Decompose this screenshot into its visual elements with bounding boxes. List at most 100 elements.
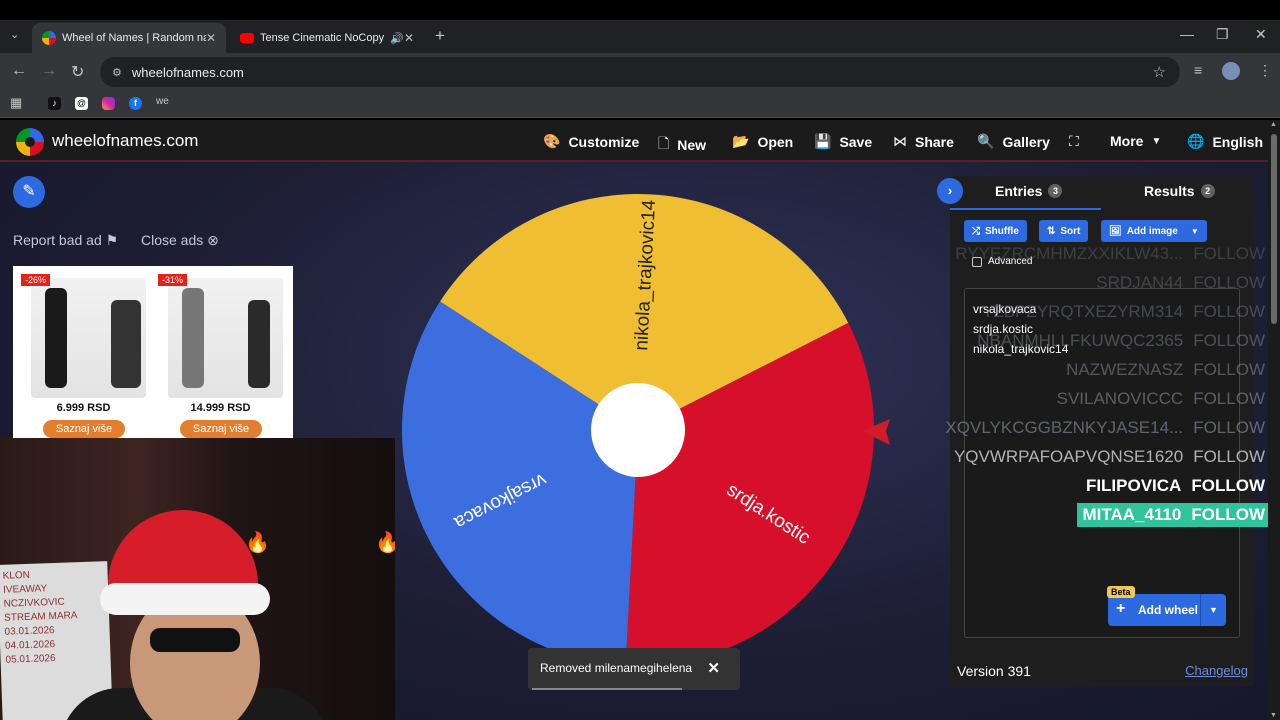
flag-icon: ⚑ [105, 232, 119, 248]
fullscreen-button[interactable]: ⛶ [1069, 133, 1079, 150]
new-tab-icon[interactable]: + [435, 26, 445, 46]
wheel-center[interactable] [591, 383, 685, 477]
edit-pencil-button[interactable]: ✎ [13, 176, 45, 208]
fullscreen-icon: ⛶ [1069, 133, 1079, 149]
product-price: 6.999 RSD [56, 402, 111, 414]
tab-close-icon[interactable]: ✕ [206, 31, 216, 45]
chevron-right-icon: › [947, 183, 953, 198]
advanced-toggle[interactable]: Advanced [972, 256, 1032, 267]
entry-line: nikola_trajkovic14 [973, 342, 1069, 356]
save-button[interactable]: 💾 Save [814, 133, 872, 150]
reload-icon[interactable]: ↻ [71, 62, 84, 82]
product-price: 14.999 RSD [190, 402, 251, 414]
chevron-down-icon: ▼ [1151, 135, 1162, 147]
tab-wheel-of-names[interactable]: Wheel of Names | Random nam ✕ [32, 23, 226, 53]
learn-more-button[interactable]: Saznaj više [43, 420, 125, 438]
browser-toolbar: ← → ↻ ⚙ wheelofnames.com ☆ ≡ ⋮ [0, 53, 1280, 90]
spinning-wheel[interactable]: nikola_trajkovic14srdja.kosticvrsajkovac… [400, 192, 876, 668]
ad-banner[interactable]: -26% 6.999 RSD Saznaj više -31% 14.999 R… [13, 266, 293, 438]
page-scrollbar[interactable]: ▲ ▼ [1268, 120, 1280, 720]
instagram-bookmark-icon[interactable] [102, 97, 115, 110]
url-text: wheelofnames.com [131, 64, 244, 80]
bookmark-star-icon[interactable]: ☆ [1153, 63, 1166, 81]
scroll-down-icon[interactable]: ▼ [1270, 712, 1277, 719]
site-info-icon[interactable]: ⚙ [112, 66, 122, 79]
pencil-icon: ✎ [22, 183, 36, 200]
share-button[interactable]: ⋈ Share [893, 133, 954, 150]
close-circle-icon: ⊗ [207, 232, 219, 248]
webcam-overlay: KLON IVEAWAY NCZIVKOVIC STREAM MARA 03.0… [0, 438, 395, 720]
santa-hat-trim [100, 583, 270, 615]
entries-textarea[interactable]: vrsajkovaca srdja.kostic nikola_trajkovi… [964, 288, 1240, 638]
beta-badge: Beta [1107, 586, 1135, 598]
search-icon: 🔍 [977, 133, 995, 149]
learn-more-button[interactable]: Saznaj više [180, 420, 262, 438]
scrollbar-thumb[interactable] [1271, 134, 1277, 324]
ad-product-2[interactable]: -31% 14.999 RSD Saznaj više [158, 274, 283, 438]
facebook-bookmark-icon[interactable]: f [129, 97, 142, 110]
entries-count-badge: 3 [1048, 184, 1063, 198]
wheel-favicon-icon [42, 31, 56, 45]
tab-title: Tense Cinematic NoCopyrig [260, 32, 385, 44]
tab-close-icon[interactable]: ✕ [404, 31, 414, 45]
tab-title: Wheel of Names | Random nam [62, 32, 206, 44]
apps-grid-icon[interactable]: ▦ [10, 95, 22, 111]
add-wheel-dropdown-icon[interactable]: ▼ [1200, 594, 1226, 626]
sunglasses [150, 628, 240, 652]
wheel-logo-icon[interactable] [16, 128, 44, 156]
threads-bookmark-icon[interactable]: @ [75, 97, 88, 110]
toast-close-icon[interactable]: ✕ [707, 659, 720, 677]
close-ads-link[interactable]: Close ads ⊗ [141, 232, 219, 249]
trimmer-image [168, 278, 283, 398]
tab-entries[interactable]: Entries 3 [995, 183, 1063, 199]
sort-icon: ⇅ [1047, 225, 1056, 237]
tiktok-bookmark-icon[interactable]: ♪ [48, 97, 61, 110]
language-button[interactable]: 🌐 English [1187, 133, 1263, 150]
open-button[interactable]: 📂 Open [732, 133, 793, 150]
sort-button[interactable]: ⇅ Sort [1039, 220, 1089, 242]
advanced-checkbox[interactable] [972, 256, 982, 267]
youtube-favicon-icon [240, 33, 254, 43]
restore-icon[interactable]: ❐ [1216, 26, 1229, 43]
site-navbar: wheelofnames.com 🎨 Customize 🗋 New 📂 Open 💾… [0, 120, 1268, 162]
tab-results[interactable]: Results 2 [1144, 183, 1215, 199]
shuffle-icon: ⤮ [972, 225, 980, 237]
changelog-link[interactable]: Changelog [1185, 663, 1248, 678]
add-image-button[interactable]: 🖼 Add image ▼ [1101, 220, 1207, 242]
add-wheel-button[interactable]: + Add wheel ▼ [1108, 594, 1226, 626]
discount-badge: -26% [21, 274, 51, 286]
forward-icon[interactable]: → [41, 62, 57, 80]
scroll-up-icon[interactable]: ▲ [1270, 121, 1277, 128]
collapse-panel-button[interactable]: › [937, 178, 963, 204]
image-icon: 🖼 [1109, 225, 1122, 237]
file-icon: 🗋 [658, 135, 670, 151]
neon-flame-icon: 🔥 [375, 532, 395, 554]
entry-line: srdja.kostic [973, 322, 1034, 336]
more-button[interactable]: More ▼ [1110, 133, 1161, 149]
gallery-button[interactable]: 🔍 Gallery [977, 133, 1050, 150]
customize-button[interactable]: 🎨 Customize [543, 133, 639, 150]
report-bad-ad-link[interactable]: Report bad ad ⚑ [13, 232, 118, 249]
minimize-icon[interactable]: — [1180, 26, 1194, 42]
bookmark-we[interactable]: we [156, 96, 169, 107]
back-icon[interactable]: ← [11, 62, 27, 80]
wheel-pointer-icon [862, 419, 890, 445]
media-control-icon[interactable]: ≡ [1194, 62, 1202, 78]
site-name[interactable]: wheelofnames.com [52, 131, 198, 151]
shuffle-button[interactable]: ⤮ Shuffle [964, 220, 1027, 242]
new-button[interactable]: 🗋 New [658, 133, 706, 157]
ad-product-1[interactable]: -26% 6.999 RSD Saznaj više [21, 274, 146, 438]
folder-icon: 📂 [732, 133, 750, 149]
speaker-icon[interactable]: 🔊 [390, 32, 404, 45]
menu-kebab-icon[interactable]: ⋮ [1258, 62, 1272, 79]
tab-youtube[interactable]: Tense Cinematic NoCopyrig 🔊 ✕ [230, 23, 424, 53]
tab-search-icon[interactable]: ⌄ [10, 28, 19, 41]
entry-line: vrsajkovaca [973, 302, 1037, 316]
floppy-icon: 💾 [814, 133, 832, 149]
profile-avatar[interactable] [1222, 62, 1240, 80]
palette-icon: 🎨 [543, 133, 561, 149]
discount-badge: -31% [158, 274, 188, 286]
results-count-badge: 2 [1200, 184, 1215, 198]
window-close-icon[interactable]: ✕ [1255, 26, 1267, 43]
address-bar[interactable]: ⚙ wheelofnames.com ☆ [100, 57, 1180, 87]
